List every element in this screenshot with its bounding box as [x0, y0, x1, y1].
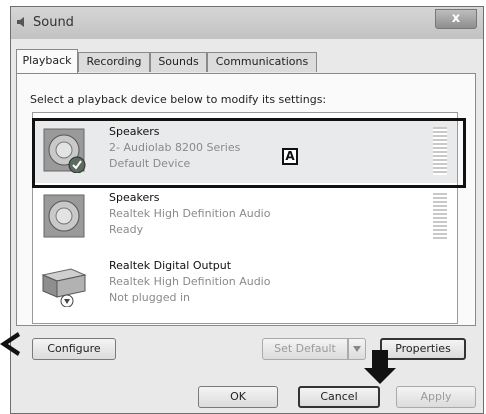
set-default-button[interactable]: Set Default	[262, 338, 348, 360]
volume-meter	[433, 193, 447, 241]
tab-recording[interactable]: Recording	[78, 52, 150, 72]
device-name: Realtek Digital Output	[109, 259, 232, 272]
chevron-down-icon	[353, 346, 361, 352]
sound-icon	[17, 17, 24, 27]
annotation-label-a: A	[282, 148, 298, 165]
tab-communications[interactable]: Communications	[207, 52, 317, 72]
device-description: Realtek High Definition Audio	[109, 207, 271, 220]
speaker-icon	[43, 194, 85, 238]
device-description: Realtek High Definition Audio	[109, 275, 271, 288]
close-button[interactable]: x	[435, 9, 477, 29]
tab-sounds[interactable]: Sounds	[150, 52, 207, 72]
configure-button[interactable]: Configure	[32, 338, 116, 360]
annotation-arrow-icon	[364, 350, 396, 384]
ok-button[interactable]: OK	[198, 386, 278, 408]
title-bar[interactable]: Sound x	[11, 7, 483, 39]
window-title: Sound	[33, 15, 74, 30]
device-item-digital-output[interactable]: Realtek Digital Output Realtek High Defi…	[33, 253, 457, 317]
device-status: Not plugged in	[109, 291, 191, 304]
device-item-speakers-realtek[interactable]: Speakers Realtek High Definition Audio R…	[33, 185, 457, 249]
annotation-highlight-box	[32, 118, 466, 188]
device-name: Speakers	[109, 191, 160, 204]
pointer-arrow-icon	[0, 332, 20, 356]
tab-playback[interactable]: Playback	[16, 49, 78, 73]
device-status: Ready	[109, 223, 144, 236]
digital-output-icon	[41, 268, 87, 307]
instruction-text: Select a playback device below to modify…	[30, 93, 327, 106]
apply-button[interactable]: Apply	[396, 386, 476, 408]
